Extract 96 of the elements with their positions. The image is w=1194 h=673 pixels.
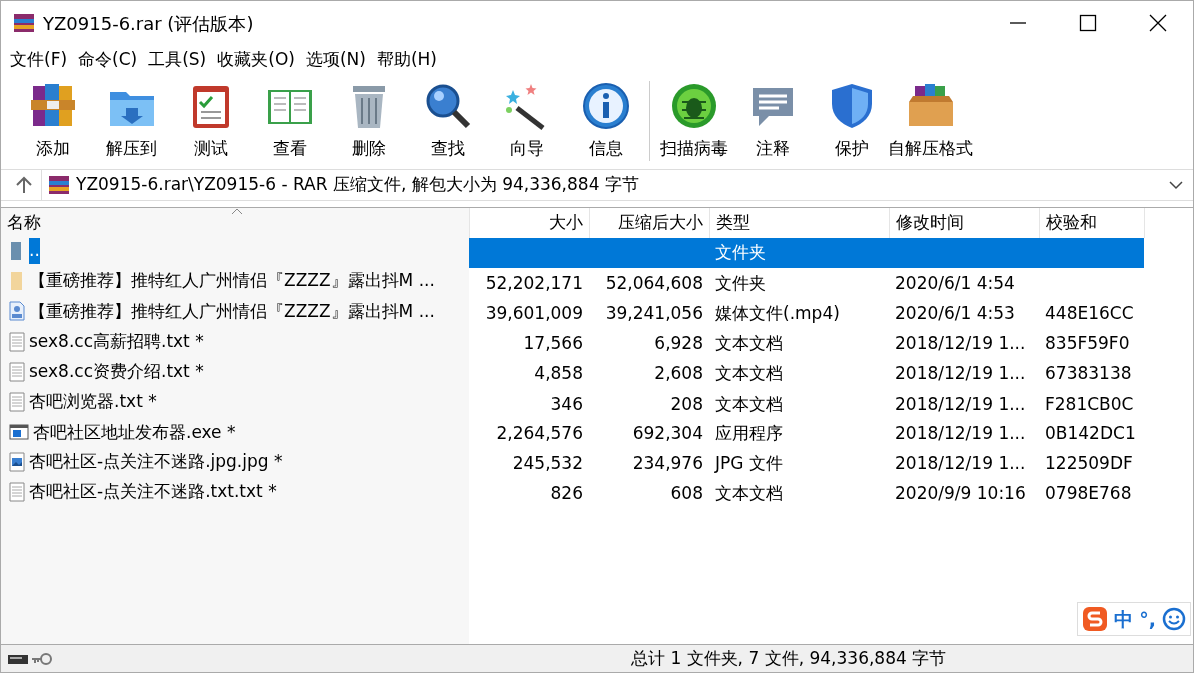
- file-row[interactable]: 【重磅推荐】推特红人广州情侣『ZZZZ』露出抖M ... 39,601,009 39,241,056 媒体文件(.mp4) 2020/6/1 4:53 448E16CC: [1, 298, 1144, 329]
- text-file-icon: [9, 392, 25, 412]
- table-cell: 媒体文件(.mp4): [715, 302, 840, 323]
- text-file-icon: [9, 331, 25, 352]
- table-cell: 4,858: [534, 363, 583, 384]
- menu-item[interactable]: 命令(C): [75, 47, 141, 73]
- file-row[interactable]: .. 文件夹: [1, 238, 1144, 269]
- table-cell: 2,264,576: [496, 423, 583, 444]
- toolbar-button[interactable]: 删除: [329, 79, 408, 161]
- table-cell: 2020/9/9 10:16: [895, 483, 1026, 504]
- toolbar-button[interactable]: 解压到: [92, 79, 171, 161]
- status-text: 总计 1 文件夹, 7 文件, 94,336,884 字节: [631, 646, 947, 670]
- table-cell: 应用程序: [715, 423, 783, 444]
- file-list[interactable]: [1, 207, 1193, 644]
- file-name: 杏吧社区-点关注不迷路.jpg.jpg *: [29, 449, 283, 473]
- table-cell: 234,976: [632, 453, 703, 474]
- toolbar-button[interactable]: 向导: [487, 79, 566, 161]
- address-bar[interactable]: YZ0915-6.rar\YZ0915-6 - RAR 压缩文件, 解包大小为 94,336,884 字节: [41, 170, 1193, 200]
- toolbar-button[interactable]: 扫描病毒: [654, 79, 733, 161]
- menu-item[interactable]: 选项(N): [302, 47, 369, 73]
- table-cell: 39,601,009: [485, 302, 583, 323]
- table-cell: 835F59F0: [1045, 333, 1130, 354]
- file-name: 【重磅推荐】推特红人广州情侣『ZZZZ』露出抖M ...: [29, 269, 435, 293]
- file-row[interactable]: 杏吧浏览器.txt * 346 208 文本文档 2018/12/19 1... F281CB0C: [1, 389, 1144, 420]
- table-cell: 2018/12/19 1...: [895, 363, 1026, 384]
- application-icon: [9, 423, 29, 442]
- table-cell: 2018/12/19 1...: [895, 453, 1026, 474]
- file-name: ..: [29, 238, 40, 264]
- table-cell: 2,608: [654, 363, 703, 384]
- table-cell: 17,566: [523, 333, 583, 354]
- file-row[interactable]: 杏吧社区-点关注不迷路.jpg.jpg * 245,532 234,976 JPG 文件 2018/12/19 1... 122509DF: [1, 448, 1144, 479]
- menu-item[interactable]: 收藏夹(O): [214, 47, 298, 73]
- table-cell: 0798E768: [1045, 483, 1132, 504]
- menu-item[interactable]: 工具(S): [145, 47, 210, 73]
- table-cell: 39,241,056: [605, 302, 703, 323]
- file-name: 杏吧浏览器.txt *: [29, 390, 157, 414]
- text-file-icon: [9, 361, 25, 382]
- table-cell: 0B142DC1: [1045, 423, 1136, 444]
- toolbar-button[interactable]: 查看: [250, 79, 329, 161]
- toolbar-button[interactable]: 添加: [13, 79, 92, 161]
- file-name: 杏吧社区地址发布器.exe *: [33, 420, 236, 444]
- table-cell: 2018/12/19 1...: [895, 333, 1026, 354]
- file-row[interactable]: sex8.cc资费介绍.txt * 4,858 2,608 文本文档 2018/12/19 1... 67383138: [1, 359, 1144, 390]
- address-path: YZ0915-6.rar\YZ0915-6 - RAR 压缩文件, 解包大小为 94,336,884 字节: [76, 173, 639, 197]
- table-cell: 2018/12/19 1...: [895, 423, 1026, 444]
- toolbar-button[interactable]: 查找: [408, 79, 487, 161]
- input-method-logo-icon[interactable]: [1082, 605, 1109, 632]
- file-row[interactable]: sex8.cc高薪招聘.txt * 17,566 6,928 文本文档 2018/12/19 1... 835F59F0: [1, 328, 1144, 359]
- input-mode[interactable]: 中: [1114, 604, 1134, 633]
- toolbar-button[interactable]: 信息: [566, 79, 645, 161]
- table-cell: 67383138: [1045, 363, 1132, 384]
- table-cell: 52,064,608: [605, 272, 703, 293]
- table-cell: 文件夹: [715, 272, 766, 293]
- table-cell: 692,304: [632, 423, 703, 444]
- table-cell: 122509DF: [1045, 453, 1133, 474]
- menu-item[interactable]: 文件(F): [7, 47, 71, 73]
- up-arrow-icon[interactable]: [15, 176, 33, 194]
- table-cell: 346: [550, 393, 583, 414]
- table-cell: 608: [670, 483, 703, 504]
- table-cell: 2020/6/1 4:54: [895, 272, 1015, 293]
- table-cell: 2018/12/19 1...: [895, 393, 1026, 414]
- toolbar-button[interactable]: 测试: [171, 79, 250, 161]
- table-cell: 2020/6/1 4:53: [895, 302, 1015, 323]
- table-cell: 文本文档: [715, 363, 783, 384]
- image-file-icon: [9, 451, 25, 472]
- text-file-icon: [9, 481, 25, 502]
- key-icon: [31, 651, 53, 666]
- video-file-icon: [9, 301, 25, 322]
- table-cell: 文本文档: [715, 393, 783, 414]
- file-row[interactable]: 【重磅推荐】推特红人广州情侣『ZZZZ』露出抖M ... 52,202,171 52,064,608 文件夹 2020/6/1 4:54: [1, 268, 1144, 299]
- table-cell: 文本文档: [715, 483, 783, 504]
- window-title: YZ0915-6.rar (评估版本): [43, 11, 254, 36]
- archive-icon: [48, 174, 70, 196]
- file-name: sex8.cc高薪招聘.txt *: [29, 329, 204, 353]
- archive-icon: [13, 12, 35, 34]
- menu-item[interactable]: 帮助(H): [373, 47, 440, 73]
- punctuation-mode[interactable]: °,: [1139, 604, 1156, 633]
- dropdown-icon[interactable]: [1169, 180, 1183, 190]
- table-cell: 826: [550, 483, 583, 504]
- table-cell: F281CB0C: [1045, 393, 1134, 414]
- table-cell: 208: [670, 393, 703, 414]
- file-row[interactable]: 杏吧社区-点关注不迷路.txt.txt * 826 608 文本文档 2020/9/9 10:16 0798E768: [1, 479, 1144, 510]
- table-cell: 文件夹: [715, 242, 766, 263]
- toolbar-button[interactable]: 注释: [733, 79, 812, 161]
- table-cell: 52,202,171: [485, 272, 583, 293]
- file-name: 【重磅推荐】推特红人广州情侣『ZZZZ』露出抖M ...: [29, 299, 435, 323]
- table-cell: JPG 文件: [715, 453, 783, 474]
- file-name: 杏吧社区-点关注不迷路.txt.txt *: [29, 480, 277, 503]
- file-name: sex8.cc资费介绍.txt *: [29, 360, 204, 383]
- table-cell: 文本文档: [715, 333, 783, 354]
- smiley-icon[interactable]: [1162, 606, 1186, 631]
- file-row[interactable]: 杏吧社区地址发布器.exe * 2,264,576 692,304 应用程序 2018/12/19 1... 0B142DC1: [1, 419, 1144, 449]
- toolbar-button[interactable]: 保护: [812, 79, 891, 161]
- table-cell: 6,928: [654, 333, 703, 354]
- table-cell: 245,532: [512, 453, 583, 474]
- table-cell: 448E16CC: [1045, 302, 1134, 323]
